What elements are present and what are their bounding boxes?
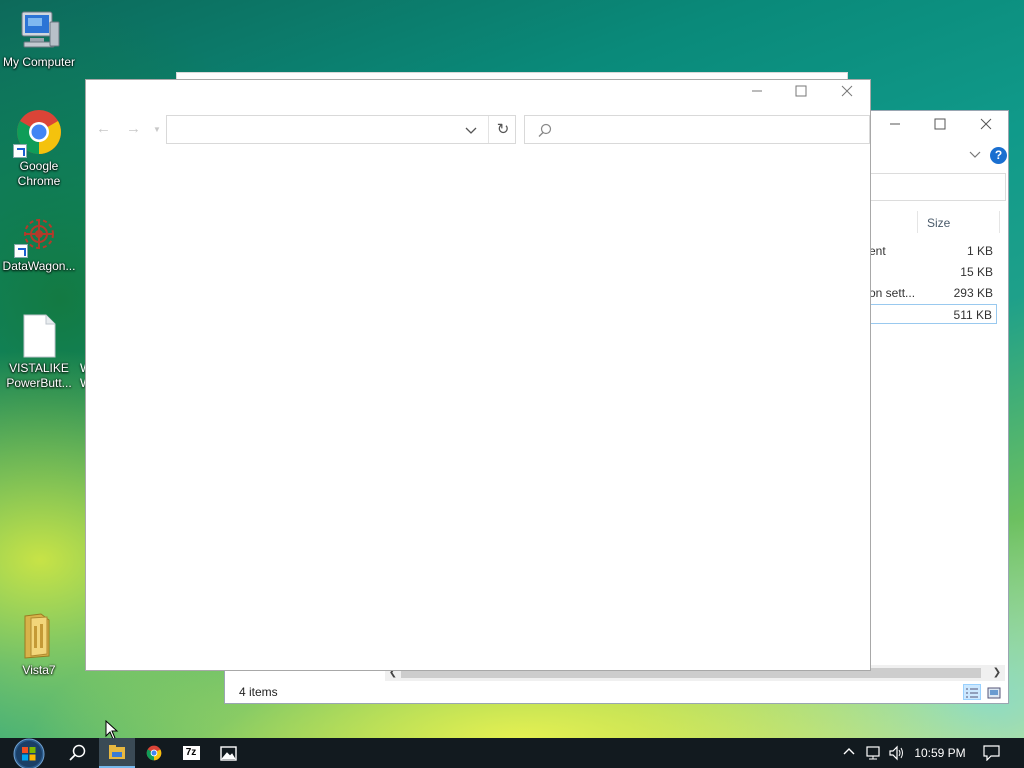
window-edge <box>176 72 848 79</box>
search-box[interactable] <box>870 173 1006 201</box>
maximize-button[interactable] <box>925 115 955 137</box>
file-size: 293 KB <box>953 286 993 300</box>
status-bar: 4 items <box>225 681 1008 703</box>
ribbon-expand-button[interactable] <box>969 149 985 165</box>
file-row[interactable]: on sett... 293 KB <box>865 283 997 303</box>
desktop-icon-label: My Computer <box>2 55 76 69</box>
document-icon <box>22 314 56 358</box>
large-icons-view-icon <box>987 687 1001 699</box>
close-icon <box>841 85 853 97</box>
desktop-icon-label: VISTALIKE PowerButt... <box>6 361 72 390</box>
file-size: 1 KB <box>966 244 993 258</box>
chrome-icon <box>13 108 63 158</box>
chrome-icon <box>146 745 162 761</box>
file-row-selected[interactable]: 511 KB <box>865 304 997 324</box>
column-header-size[interactable]: Size <box>927 211 1007 235</box>
computer-icon <box>16 8 62 52</box>
photos-icon <box>219 745 237 761</box>
taskbar: 7z 10:59 PM <box>0 738 1024 768</box>
desktop-icon-vistalike[interactable]: VISTALIKE PowerButt... <box>0 314 78 391</box>
chevron-down-icon[interactable] <box>465 124 477 136</box>
file-size: 511 KB <box>953 308 992 322</box>
details-view-icon <box>966 688 978 698</box>
file-size: 15 KB <box>960 265 993 279</box>
taskbar-google-chrome[interactable] <box>136 738 172 768</box>
search-box[interactable] <box>524 115 870 144</box>
desktop-icon-vista7[interactable]: Vista7 <box>0 612 78 678</box>
file-row[interactable]: ent 1 KB <box>865 241 997 261</box>
desktop-icon-my-computer[interactable]: My Computer <box>0 8 78 70</box>
search-icon <box>69 744 86 761</box>
minimize-icon <box>752 90 762 92</box>
desktop-icon-label: DataWagon... <box>2 259 76 273</box>
action-center-icon[interactable] <box>983 745 1001 764</box>
file-explorer-icon <box>109 745 125 759</box>
minimize-icon <box>890 123 900 125</box>
maximize-button[interactable] <box>786 82 816 104</box>
help-button[interactable]: ? <box>990 147 1007 164</box>
forward-arrow-icon[interactable]: → <box>126 120 141 137</box>
minimize-button[interactable] <box>742 82 772 104</box>
back-arrow-icon[interactable]: ← <box>96 120 111 137</box>
minimize-button[interactable] <box>880 115 910 137</box>
status-item-count: 4 items <box>239 685 278 699</box>
file-type: ent <box>869 244 886 258</box>
recent-locations-chevron-icon[interactable]: ▼ <box>153 125 161 134</box>
maximize-icon <box>795 85 807 97</box>
taskbar-file-explorer[interactable] <box>99 738 135 768</box>
gear-cluster-icon <box>14 212 62 258</box>
shortcut-arrow-icon <box>13 144 27 158</box>
file-type: on sett... <box>869 286 916 300</box>
taskbar-clock[interactable]: 10:59 PM <box>905 738 975 768</box>
desktop-icon-label: Vista7 <box>22 663 56 677</box>
taskbar-search-button[interactable] <box>60 738 96 768</box>
desktop-icon-google-chrome[interactable]: Google Chrome <box>0 108 78 189</box>
file-row[interactable]: 15 KB <box>865 262 997 282</box>
close-button[interactable] <box>832 82 862 104</box>
close-button[interactable] <box>971 115 1001 137</box>
maximize-icon <box>934 118 946 130</box>
close-icon <box>980 118 992 130</box>
network-icon[interactable] <box>865 745 883 764</box>
search-icon <box>538 123 552 137</box>
taskbar-photos[interactable] <box>210 738 246 768</box>
folder-icon <box>19 612 59 660</box>
7zip-icon: 7z <box>182 746 200 760</box>
mouse-cursor-icon <box>105 720 119 740</box>
details-view-button[interactable] <box>963 684 981 700</box>
chevron-down-icon <box>969 151 981 158</box>
show-hidden-icons-chevron-icon[interactable] <box>843 745 855 760</box>
start-button[interactable] <box>8 738 50 768</box>
volume-icon[interactable] <box>888 745 906 764</box>
large-icons-view-button[interactable] <box>985 684 1003 700</box>
taskbar-7zip[interactable]: 7z <box>173 738 209 768</box>
address-bar[interactable] <box>166 115 516 144</box>
shortcut-arrow-icon <box>14 244 28 258</box>
start-orb-icon <box>13 738 45 768</box>
blank-explorer-window: ← → ▼ ↻ <box>85 79 871 671</box>
desktop-icon-label: Google Chrome <box>17 159 61 188</box>
refresh-button[interactable]: ↻ <box>488 116 517 143</box>
desktop-icon-datawagon[interactable]: DataWagon... <box>0 212 78 274</box>
refresh-icon: ↻ <box>496 121 510 138</box>
scroll-right-icon[interactable]: ❯ <box>989 665 1005 681</box>
help-icon: ? <box>994 148 1003 162</box>
